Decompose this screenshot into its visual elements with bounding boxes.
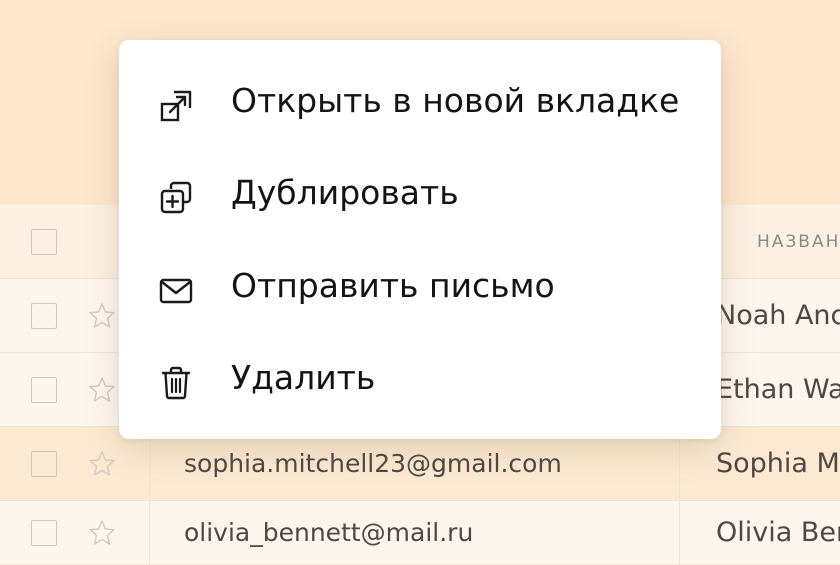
select-all-checkbox[interactable] [31, 229, 57, 255]
menu-item-label: Удалить [231, 358, 376, 397]
contact-name: Noah Anc [716, 300, 840, 331]
star-icon[interactable] [87, 518, 117, 548]
duplicate-icon [160, 181, 192, 214]
menu-item-send-email[interactable]: Отправить письмо [119, 244, 721, 336]
star-icon[interactable] [87, 449, 117, 479]
menu-item-duplicate[interactable]: Дублировать [119, 151, 721, 243]
row-checkbox[interactable] [31, 377, 57, 403]
menu-item-delete[interactable]: Удалить [119, 336, 721, 428]
context-menu: Открыть в новой вкладке Дублировать Отпр… [119, 40, 721, 439]
star-icon[interactable] [87, 301, 117, 331]
column-divider [149, 501, 150, 564]
column-divider [679, 501, 680, 564]
star-icon[interactable] [87, 375, 117, 405]
mail-icon [159, 278, 193, 304]
table-row[interactable]: olivia_bennett@mail.ru Olivia Ben [0, 501, 840, 565]
contact-name: Ethan Wa [716, 374, 840, 405]
contact-name: Sophia M [716, 448, 840, 479]
column-header-name[interactable]: НАЗВАН [757, 232, 840, 252]
contact-email: sophia.mitchell23@gmail.com [184, 449, 562, 478]
row-checkbox[interactable] [31, 451, 57, 477]
menu-item-open-new-tab[interactable]: Открыть в новой вкладке [119, 59, 721, 151]
open-in-new-tab-icon [160, 90, 192, 122]
contact-email: olivia_bennett@mail.ru [184, 518, 474, 547]
menu-item-label: Открыть в новой вкладке [231, 81, 680, 120]
row-checkbox[interactable] [31, 520, 57, 546]
row-checkbox[interactable] [31, 303, 57, 329]
menu-item-label: Дублировать [231, 173, 459, 212]
menu-item-label: Отправить письмо [231, 266, 555, 305]
trash-icon [161, 366, 191, 400]
contact-name: Olivia Ben [716, 517, 840, 548]
